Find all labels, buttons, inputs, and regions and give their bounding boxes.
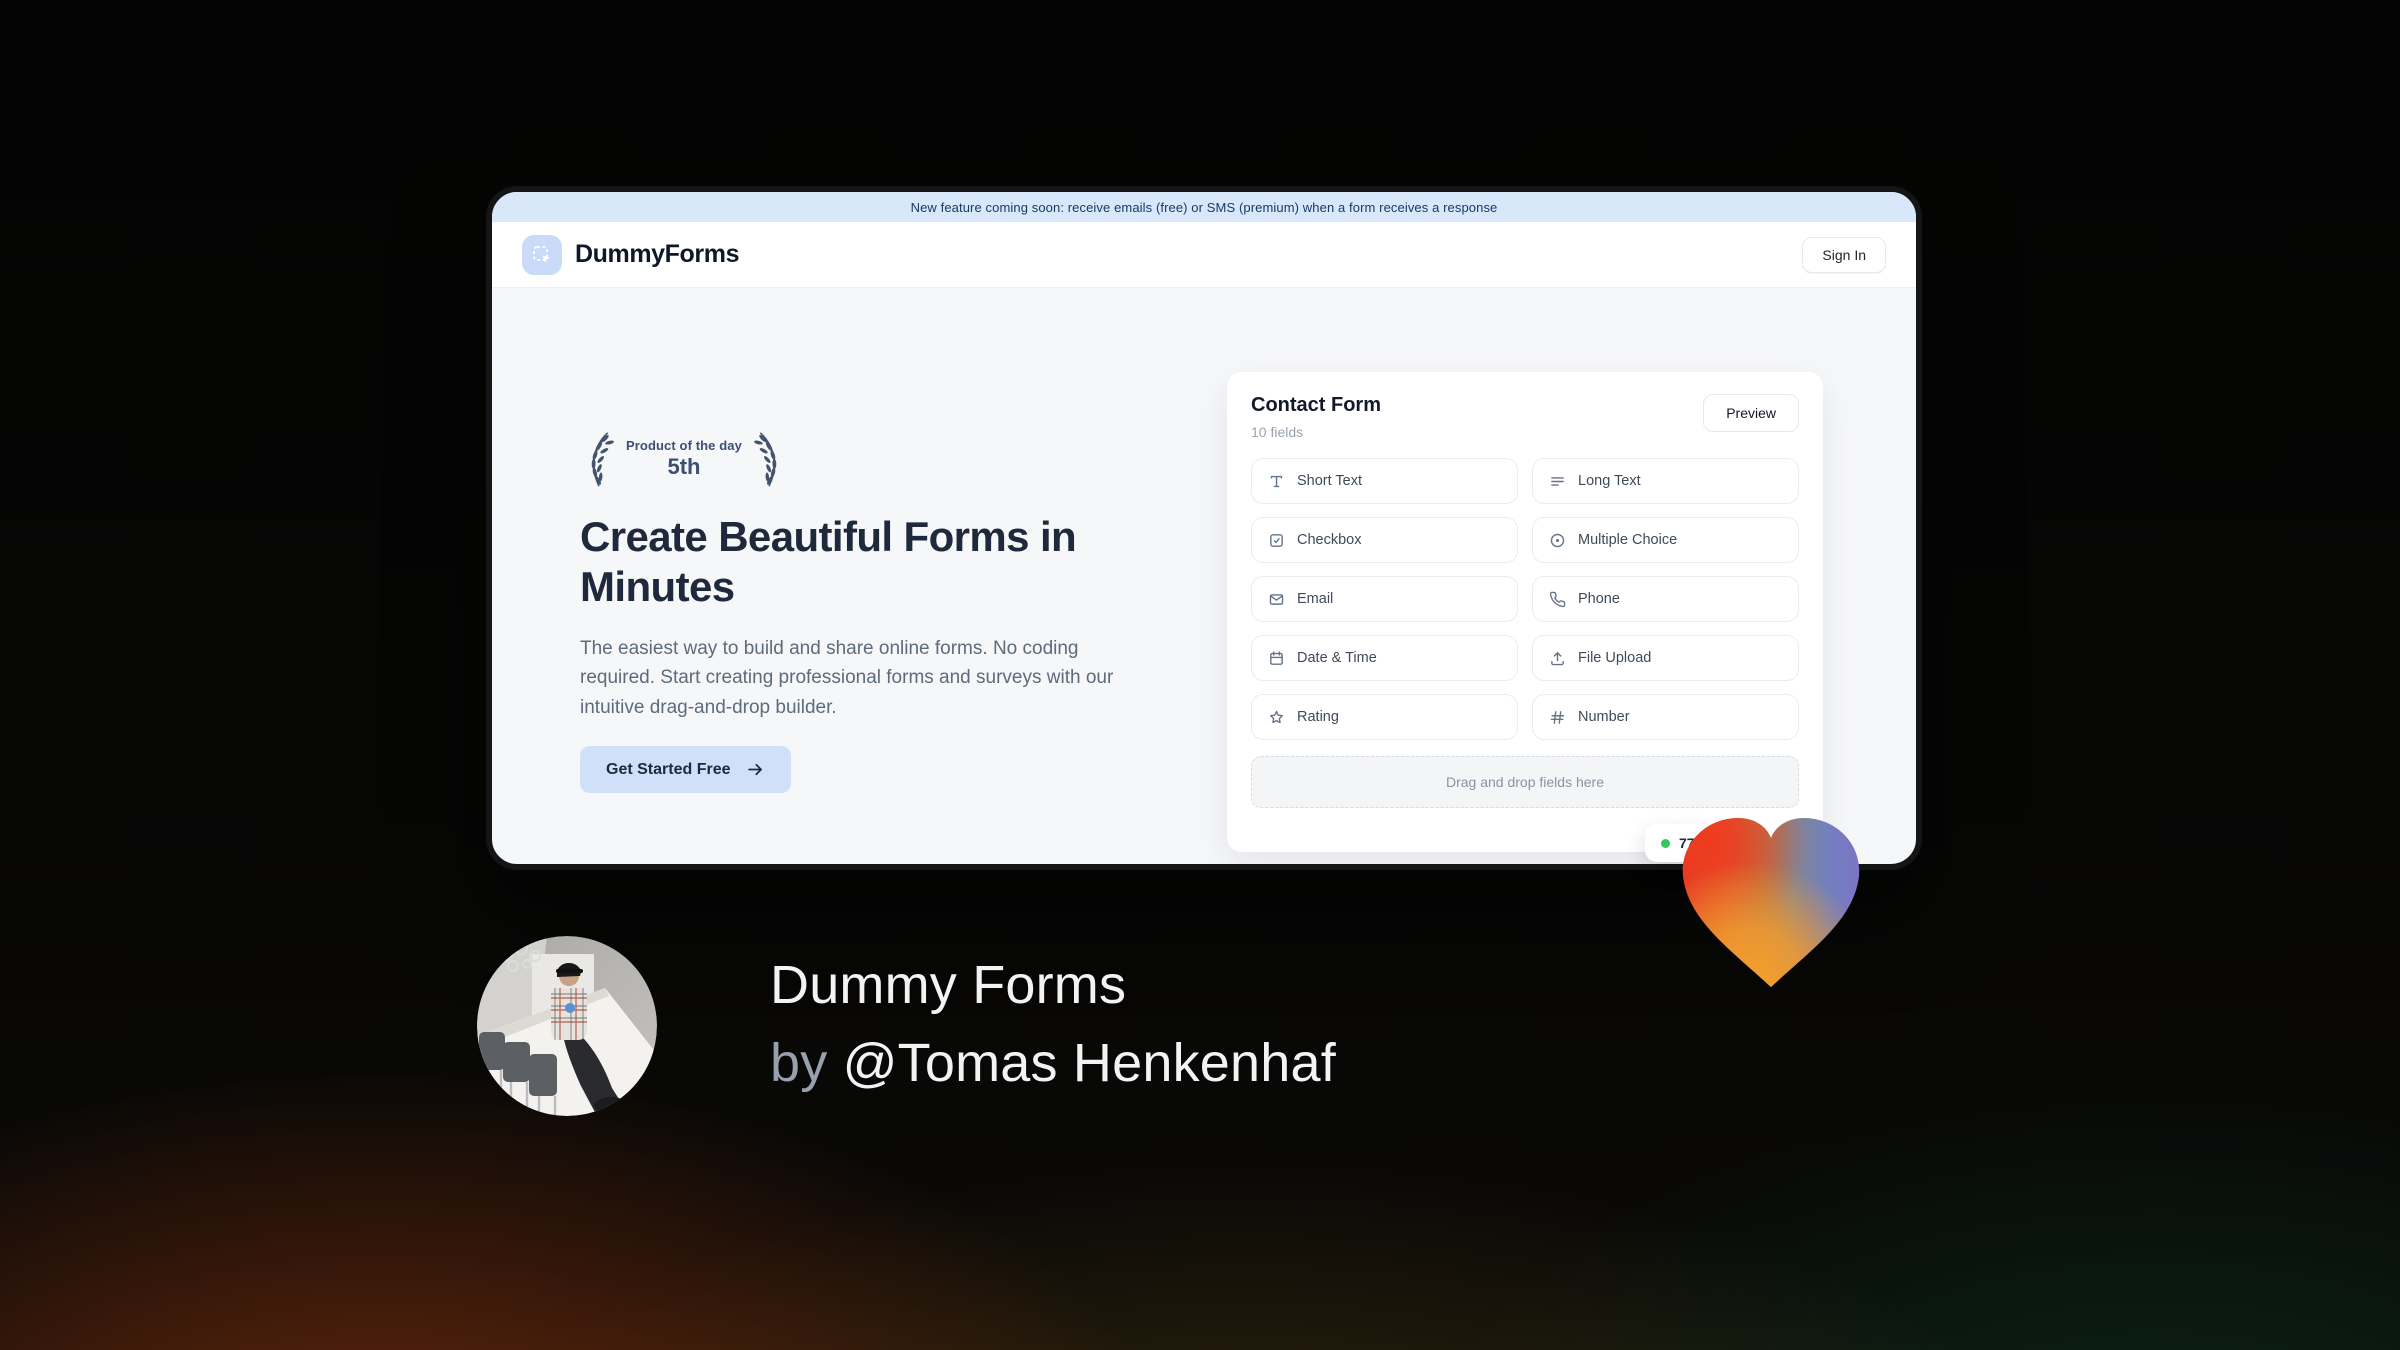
upload-icon bbox=[1549, 650, 1566, 667]
award-title: Product of the day bbox=[626, 438, 742, 453]
field-label: Date & Time bbox=[1297, 650, 1377, 666]
hash-icon bbox=[1549, 709, 1566, 726]
award-text: Product of the day 5th bbox=[624, 438, 744, 480]
field-button-number[interactable]: Number bbox=[1532, 694, 1799, 740]
app-header: DummyForms Sign In bbox=[492, 222, 1916, 288]
author-avatar bbox=[477, 936, 657, 1116]
caption-author: @Tomas Henkenhaf bbox=[842, 1033, 1336, 1094]
form-title: Contact Form bbox=[1251, 394, 1381, 416]
field-dropzone[interactable]: Drag and drop fields here bbox=[1251, 756, 1799, 808]
promo-stage: New feature coming soon: receive emails … bbox=[0, 0, 2400, 1350]
laurel-right-icon bbox=[753, 432, 777, 487]
browser-window: New feature coming soon: receive emails … bbox=[487, 187, 1921, 869]
get-started-label: Get Started Free bbox=[606, 760, 731, 778]
field-label: Email bbox=[1297, 591, 1334, 607]
caption-line1: Dummy Forms bbox=[770, 955, 1127, 1015]
field-label: Number bbox=[1578, 709, 1630, 725]
field-button-file-upload[interactable]: File Upload bbox=[1532, 635, 1799, 681]
field-button-short-text[interactable]: Short Text bbox=[1251, 458, 1518, 504]
caption-by: by bbox=[770, 1033, 828, 1094]
hero-description: The easiest way to build and share onlin… bbox=[580, 637, 1114, 718]
announcement-text: New feature coming soon: receive emails … bbox=[910, 199, 1498, 215]
dropzone-text: Drag and drop fields here bbox=[1446, 774, 1604, 790]
live-dot-icon bbox=[1661, 838, 1670, 848]
brand-name: DummyForms bbox=[575, 240, 740, 268]
promo-caption: Dummy Forms by @Tomas Henkenhaf bbox=[770, 946, 1336, 1103]
field-label: Checkbox bbox=[1297, 532, 1362, 548]
award-rank: 5th bbox=[667, 454, 701, 479]
field-count: 10 fields bbox=[1251, 424, 1304, 440]
arrow-right-icon bbox=[748, 763, 763, 776]
phone-icon bbox=[1549, 591, 1566, 608]
hero-section: Product of the day 5th Create Beautiful … bbox=[580, 428, 1165, 794]
heart-icon bbox=[1670, 806, 1872, 994]
field-label: Multiple Choice bbox=[1578, 532, 1678, 548]
calendar-icon bbox=[1268, 650, 1285, 667]
hero-title: Create Beautiful Forms in Minutes bbox=[580, 513, 1077, 611]
page-content: Product of the day 5th Create Beautiful … bbox=[492, 288, 1916, 864]
field-button-phone[interactable]: Phone bbox=[1532, 576, 1799, 622]
product-of-the-day-badge: Product of the day 5th bbox=[580, 428, 1165, 490]
field-label: Long Text bbox=[1578, 473, 1641, 489]
email-icon bbox=[1268, 591, 1285, 608]
field-label: File Upload bbox=[1578, 650, 1652, 666]
field-button-email[interactable]: Email bbox=[1251, 576, 1518, 622]
field-label: Short Text bbox=[1297, 473, 1363, 489]
caption-line2: by @Tomas Henkenhaf bbox=[770, 1024, 1336, 1102]
card-header: Contact Form 10 fields Preview bbox=[1251, 394, 1799, 440]
sign-in-button[interactable]: Sign In bbox=[1802, 236, 1886, 273]
field-label: Rating bbox=[1297, 709, 1339, 725]
short-text-icon bbox=[1268, 473, 1285, 490]
star-icon bbox=[1268, 709, 1285, 726]
field-button-checkbox[interactable]: Checkbox bbox=[1251, 517, 1518, 563]
preview-button[interactable]: Preview bbox=[1703, 394, 1799, 432]
card-header-text: Contact Form 10 fields bbox=[1251, 394, 1381, 440]
field-label: Phone bbox=[1578, 591, 1620, 607]
laurel-left-icon bbox=[591, 432, 614, 487]
form-builder-cursor-icon bbox=[533, 245, 550, 263]
form-builder-card: Contact Form 10 fields Preview Short Tex… bbox=[1227, 372, 1823, 852]
long-text-icon bbox=[1549, 473, 1566, 490]
get-started-button[interactable]: Get Started Free bbox=[580, 746, 792, 794]
checkbox-icon bbox=[1268, 532, 1285, 549]
field-button-date-time[interactable]: Date & Time bbox=[1251, 635, 1518, 681]
field-grid: Short Text Long Text Checkbox Multiple C… bbox=[1251, 458, 1799, 740]
multiple-choice-icon bbox=[1549, 532, 1566, 549]
announcement-banner[interactable]: New feature coming soon: receive emails … bbox=[492, 192, 1916, 222]
field-button-rating[interactable]: Rating bbox=[1251, 694, 1518, 740]
field-button-multiple-choice[interactable]: Multiple Choice bbox=[1532, 517, 1799, 563]
field-button-long-text[interactable]: Long Text bbox=[1532, 458, 1799, 504]
app-logo[interactable] bbox=[522, 234, 562, 275]
